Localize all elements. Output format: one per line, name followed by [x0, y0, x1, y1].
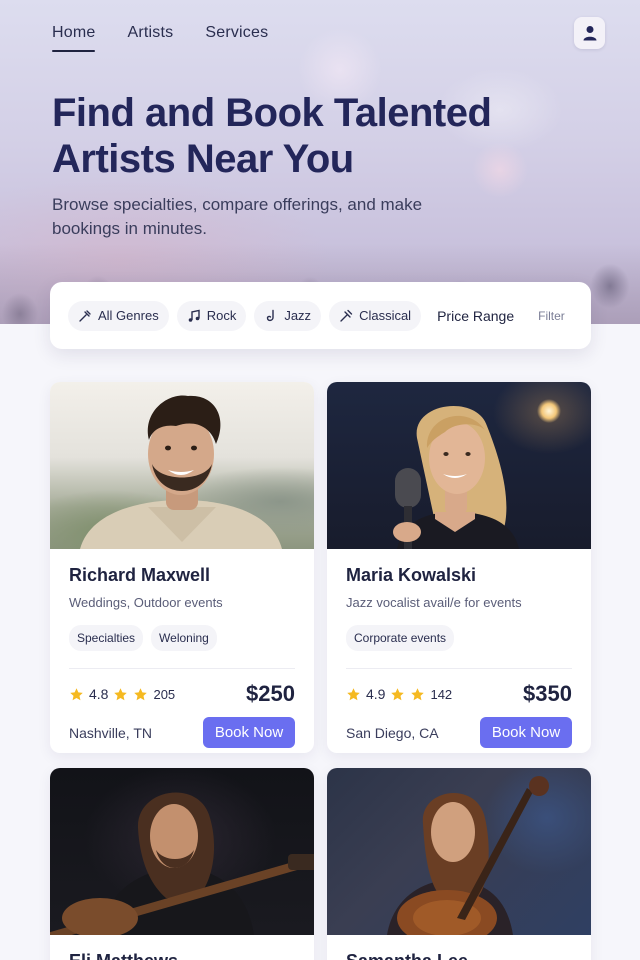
- artist-card[interactable]: Maria Kowalski Jazz vocalist avail/e for…: [327, 382, 591, 753]
- artist-name: Richard Maxwell: [69, 565, 211, 585]
- artist-photo: [327, 768, 591, 935]
- book-now-button[interactable]: Book Now: [480, 717, 572, 748]
- artist-tag: Weloning: [151, 625, 217, 651]
- music-note-icon: [188, 309, 200, 322]
- book-now-button[interactable]: Book Now: [203, 717, 295, 748]
- artist-price: $350: [523, 681, 572, 706]
- top-nav: Home Artists Services: [52, 24, 268, 52]
- nav-home[interactable]: Home: [52, 24, 96, 52]
- card-divider: [69, 668, 295, 669]
- filter-chip-all-genres[interactable]: All Genres: [68, 300, 169, 331]
- filter-chip-classical[interactable]: Classical: [329, 300, 422, 331]
- nav-artists[interactable]: Artists: [127, 24, 173, 52]
- artist-card[interactable]: Richard Maxwell Weddings, Outdoor events…: [50, 382, 314, 753]
- hero-banner: Home Artists Services Find and Book Tale…: [0, 0, 640, 324]
- artist-tag: Specialties: [69, 625, 144, 651]
- filter-chip-label: Jazz: [284, 308, 312, 323]
- card-divider: [346, 668, 572, 669]
- review-count: 142: [430, 686, 453, 702]
- artist-name: Maria Kowalski: [346, 565, 477, 585]
- artist-photo: [50, 382, 314, 549]
- artist-tag: Corporate events: [346, 625, 455, 651]
- artist-card[interactable]: Eli Matthews: [50, 768, 314, 960]
- rating-value: 4.9: [366, 686, 386, 702]
- filter-chip-label: Rock: [206, 308, 237, 323]
- saxophone-icon: [267, 309, 275, 321]
- star-icon: [391, 687, 405, 700]
- artist-card[interactable]: Samantha Lee: [327, 768, 591, 960]
- violin-icon: [340, 309, 353, 322]
- filter-bar: All Genres Rock Jazz Classical Price Ran…: [50, 282, 591, 349]
- artist-description: Jazz vocalist avail/e for events: [346, 595, 522, 610]
- rating: 4.8 205: [69, 686, 175, 702]
- artist-description: Weddings, Outdoor events: [69, 595, 223, 610]
- rating-value: 4.8: [89, 686, 109, 702]
- artist-photo: [50, 768, 314, 935]
- profile-button[interactable]: [574, 17, 605, 49]
- user-icon: [583, 26, 596, 41]
- review-count: 205: [153, 686, 176, 702]
- artist-photo: [327, 382, 591, 549]
- guitar-pick-icon: [79, 309, 91, 322]
- star-icon: [114, 687, 128, 700]
- rating: 4.9 142: [346, 686, 452, 702]
- filter-chip-rock[interactable]: Rock: [176, 300, 247, 331]
- filter-chip-label: Classical: [359, 308, 412, 323]
- page-subtitle: Browse specialties, compare offerings, a…: [52, 195, 423, 238]
- nav-services[interactable]: Services: [205, 24, 268, 52]
- artist-price: $250: [246, 681, 295, 706]
- artist-name: Eli Matthews: [69, 951, 295, 960]
- artist-location: San Diego, CA: [346, 724, 439, 741]
- star-icon: [70, 687, 83, 700]
- artist-location: Nashville, TN: [69, 724, 152, 741]
- filter-button[interactable]: Filter: [538, 309, 565, 323]
- filter-chip-jazz[interactable]: Jazz: [254, 300, 322, 331]
- artist-name: Samantha Lee: [346, 951, 572, 960]
- page-title: Find and Book Talented Artists Near You: [52, 91, 492, 181]
- price-range-dropdown[interactable]: Price Range: [437, 308, 514, 324]
- filter-chip-label: All Genres: [98, 308, 159, 323]
- star-icon: [411, 687, 425, 700]
- star-icon: [347, 687, 360, 700]
- star-icon: [134, 687, 148, 700]
